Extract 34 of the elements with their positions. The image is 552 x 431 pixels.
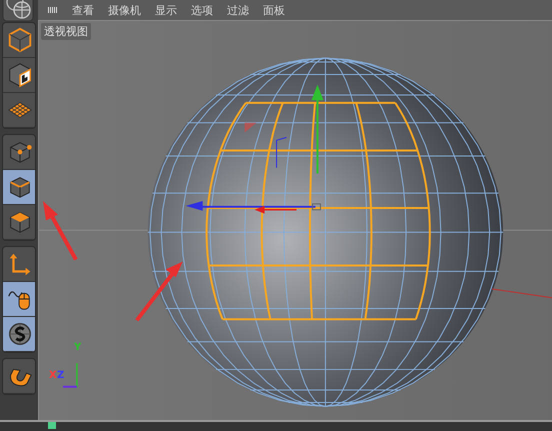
tool-button[interactable]	[3, 135, 35, 170]
timeline-bar[interactable]	[0, 420, 552, 431]
axis-gizmo-drawing	[62, 363, 78, 388]
cube-icon	[8, 28, 31, 52]
menu-item[interactable]: 面板	[263, 2, 285, 18]
snap-icon	[8, 323, 30, 345]
frame-marker[interactable]	[48, 422, 56, 429]
magnet-icon	[10, 369, 32, 386]
axis-line	[492, 288, 552, 298]
grip-icon[interactable]	[48, 7, 58, 13]
tool-button[interactable]	[3, 282, 35, 317]
menu-item[interactable]: 过滤	[227, 2, 249, 18]
checkered-cube-icon	[8, 63, 30, 88]
tool-button[interactable]	[3, 58, 35, 93]
cube-points-icon	[10, 142, 32, 163]
axis-arrows-icon	[9, 254, 30, 276]
axis-label: Z	[57, 371, 64, 381]
axis-label: X	[49, 371, 57, 381]
cube-face-icon	[10, 212, 30, 233]
axis-label: Y	[74, 343, 82, 353]
tool-button[interactable]	[3, 205, 35, 240]
viewport-title[interactable]: 透视视图	[41, 23, 91, 40]
tool-button[interactable]	[3, 170, 35, 205]
menu-item[interactable]: 摄像机	[108, 2, 141, 18]
tool-button[interactable]	[3, 317, 35, 352]
tool-button[interactable]	[3, 359, 35, 394]
menu-item[interactable]: 显示	[155, 2, 177, 18]
menu-item[interactable]: 选项	[191, 2, 213, 18]
annotation-arrow	[43, 200, 78, 261]
menu-item[interactable]: 查看	[72, 2, 94, 18]
mouse-icon	[8, 291, 30, 310]
grid-plane-icon	[7, 102, 32, 118]
annotation-arrow	[135, 262, 183, 322]
cube-edges-icon	[10, 177, 30, 198]
